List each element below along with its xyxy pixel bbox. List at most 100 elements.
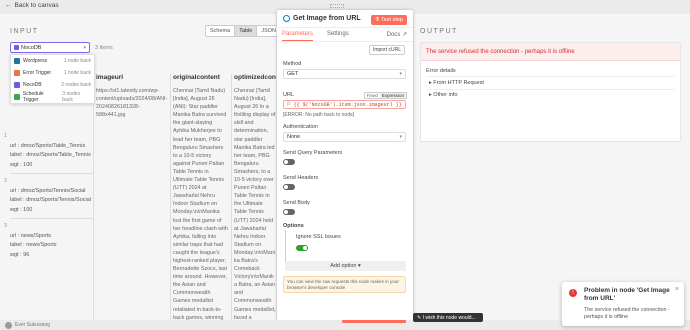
error-toast: ! Problem in node 'Get Image from URL' T… [562,282,684,326]
node-select[interactable]: NocoDB ▾ [10,42,90,53]
back-to-canvas-label: Back to canvas [14,2,59,9]
toast-title: Problem in node 'Get Image from URL' [584,287,670,302]
docs-label: Docs [386,32,401,38]
node-tabs: Parameters Settings [282,31,349,41]
imageurl-cell: https://st1.latestly.com/wp-content/uplo… [96,88,168,119]
divider [426,89,675,90]
wordpress-icon [14,58,20,64]
send-body-label: Send Body [283,200,310,206]
dropdown-item-wordpress[interactable]: Wordpress 1 node back [11,55,94,67]
error-details-label: Error details [426,68,456,74]
divider [277,41,413,42]
error-indicator-bar [342,320,406,323]
chevron-down-icon: ▾ [399,134,402,140]
error-message: The service refused the connection - per… [421,43,680,61]
list-item-row: wgt : 100 [10,206,33,213]
send-query-toggle[interactable] [283,159,295,165]
feedback-button[interactable]: ✎ I wish this node would... [413,313,483,322]
back-to-canvas-link[interactable]: ← Back to canvas [5,2,59,9]
divider [10,173,94,174]
column-divider [231,74,232,330]
add-option-button[interactable]: Add option ▾ [285,261,406,271]
list-item-row: label : news/Sports [10,242,57,248]
output-panel: OUTPUT The service refused the connectio… [414,14,690,320]
tab-table[interactable]: Table [235,26,258,36]
error-trigger-icon [14,70,20,76]
list-item-index: 1 [4,133,8,139]
input-title: INPUT [10,28,39,35]
url-error-preview: [ERROR: No path back to node] [283,112,355,118]
list-item-row: label : dmoz/Sports/Tennis/Social [10,197,92,203]
url-label: URL [283,92,295,98]
arrow-left-icon: ← [5,2,12,9]
close-icon[interactable]: × [675,286,679,293]
method-select[interactable]: GET ▾ [283,69,406,79]
list-item-row: wgt : 96 [10,251,30,258]
add-option-label: Add option [330,263,357,269]
method-label: Method [283,61,302,67]
fixed-mode[interactable]: Fixed [365,93,380,98]
dropdown-item-schedule-trigger[interactable]: Schedule Trigger 3 nodes back [11,91,94,103]
drag-handle[interactable] [330,4,344,8]
import-curl-button[interactable]: Import cURL [368,45,405,55]
dropdown-item-distance: 1 node back [63,70,91,76]
globe-icon [283,15,290,22]
tab-parameters[interactable]: Parameters [282,31,314,41]
list-item-index: 3 [4,223,8,229]
list-item-row: url : dmoz/Sports/Tennis/Social [10,187,86,194]
fx-icon: fx [287,102,291,107]
ignore-ssl-toggle[interactable] [296,245,308,251]
column-divider [170,74,171,330]
divider [10,218,94,219]
user-name: Ever Sukuwang [15,322,51,328]
feedback-label: I wish this node would... [422,315,476,321]
toast-message: The service refused the connection - per… [584,307,670,320]
send-body-toggle[interactable] [283,209,295,215]
column-header-originalcontent[interactable]: originalcontent [173,74,220,81]
node-title[interactable]: Get Image from URL [293,15,361,22]
test-step-button[interactable]: ⚗ Test step [370,15,407,25]
dropdown-item-distance: 2 nodes back [61,82,91,88]
list-item-row: url : news/Sports [10,232,51,239]
node-dropdown: Wordpress 1 node back Error Trigger 1 no… [10,54,95,104]
dropdown-item-distance: 3 nodes back [62,91,81,103]
error-row-other-info[interactable]: ▸ Other info [429,92,457,98]
list-item-row: label : dmoz/Sports/Table_Tennis [10,152,91,158]
column-header-imageurl[interactable]: imageurl [96,74,123,81]
dropdown-item-label: Schedule Trigger [22,91,44,103]
send-query-label: Send Query Parameters [283,150,343,156]
chevron-right-icon: ▸ [429,92,432,98]
url-expression-value: {{ $('NocoDB').item.json.imageurl }} [293,101,402,108]
tab-settings[interactable]: Settings [327,31,349,41]
external-link-icon: ↗ [401,32,407,38]
dropdown-item-label: Error Trigger [23,70,52,76]
chevron-down-icon: ▾ [83,44,86,51]
tab-schema[interactable]: Schema [206,26,236,36]
docs-link[interactable]: Docs ↗ [387,31,407,38]
optimizedcontent-cell: Chennai (Tamil Nadu) [India], August 26 … [234,88,276,320]
error-row-http-request[interactable]: ▸ From HTTP Request [429,80,484,86]
error-row-label: Other info [433,92,458,98]
error-row-label: From HTTP Request [433,80,484,86]
dropdown-item-distance: 1 node back [63,58,91,64]
list-item: 1 url : dmoz/Sports/Table_Tennis label :… [4,132,94,170]
divider [426,76,675,77]
dropdown-item-error-trigger[interactable]: Error Trigger 1 node back [11,67,94,79]
send-headers-toggle[interactable] [283,184,295,190]
error-box: The service refused the connection - per… [420,42,681,142]
chevron-down-icon: ▾ [399,71,402,77]
chevron-down-icon: ▾ [358,263,361,269]
authentication-value: None [287,134,301,140]
url-expression-input[interactable]: fx {{ $('NocoDB').item.json.imageurl }} [283,100,406,109]
list-item: 3 url : news/Sports label : news/Sports … [4,222,94,260]
developer-console-note: You can view the raw requests this node … [283,276,406,293]
list-item-index: 2 [4,178,8,184]
avatar[interactable] [5,322,12,329]
expression-mode[interactable]: Expression [379,93,406,98]
fixed-expression-toggle: Fixed Expression [363,92,407,99]
column-header-optimizedcontent[interactable]: optimizedcon [234,74,276,81]
dropdown-item-nocodb[interactable]: NocoDB 2 nodes back [11,79,94,91]
authentication-select[interactable]: None ▾ [283,132,406,142]
list-item-row: wgt : 100 [10,161,33,168]
list-item-row: url : dmoz/Sports/Table_Tennis [10,142,86,149]
